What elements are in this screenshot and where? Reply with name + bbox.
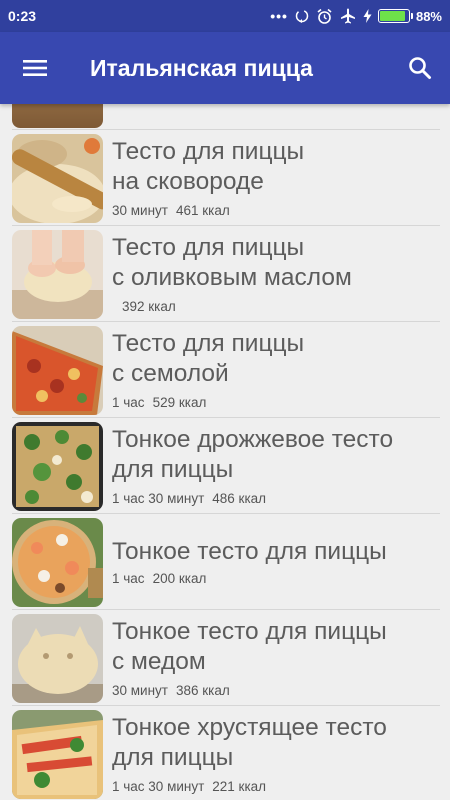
dots-icon: ••• bbox=[270, 8, 288, 24]
recipe-time: 1 час bbox=[112, 571, 145, 586]
list-item[interactable]: Тесто для пиццы с оливковым маслом 392 к… bbox=[12, 227, 440, 322]
recipe-kcal: 392 ккал bbox=[122, 299, 176, 314]
list-item[interactable]: Тонкое тесто для пиццы 1 час 200 ккал bbox=[12, 515, 440, 610]
recipe-meta: 30 минут 461 ккал bbox=[112, 203, 230, 218]
sync-icon bbox=[295, 9, 309, 23]
status-bar: 0:23 ••• 88% bbox=[0, 0, 450, 32]
recipe-meta: 1 час 529 ккал bbox=[112, 395, 206, 410]
recipe-thumbnail bbox=[12, 518, 103, 607]
recipe-thumbnail bbox=[12, 710, 103, 799]
recipe-thumbnail bbox=[12, 230, 103, 319]
hamburger-menu-icon bbox=[23, 60, 47, 76]
recipe-meta: 1 час 30 минут 221 ккал bbox=[112, 779, 266, 794]
status-icons: ••• 88% bbox=[270, 7, 442, 25]
battery-fill bbox=[379, 11, 405, 21]
recipe-title-line2: для пиццы bbox=[112, 744, 234, 771]
recipe-time: 30 минут bbox=[112, 683, 168, 698]
recipe-kcal: 221 ккал bbox=[212, 779, 267, 794]
recipe-meta: 1 час 30 минут 486 ккал bbox=[112, 491, 266, 506]
recipe-thumbnail bbox=[12, 104, 103, 128]
hamburger-menu-button[interactable] bbox=[0, 32, 70, 104]
recipe-title: Тесто для пиццы с семолой bbox=[112, 329, 437, 389]
recipe-title: Тонкое дрожжевое тесто для пиццы bbox=[112, 425, 437, 485]
recipe-kcal: 486 ккал bbox=[212, 491, 267, 506]
recipe-title-line1: Тесто для пиццы bbox=[112, 330, 305, 357]
recipe-title-line1: Тонкое тесто для пиццы bbox=[112, 538, 387, 565]
recipe-title: Тонкое тесто для пиццы bbox=[112, 537, 437, 567]
recipe-title-line2: для пиццы bbox=[112, 456, 234, 483]
recipe-title-line1: Тесто для пиццы bbox=[112, 138, 305, 165]
recipe-kcal: 386 ккал bbox=[175, 683, 230, 698]
recipe-time: 30 минут bbox=[112, 203, 168, 218]
list-item[interactable]: Тонкое дрожжевое тесто для пиццы 1 час 3… bbox=[12, 419, 440, 514]
recipe-title: Тесто для пиццы на сковороде bbox=[112, 137, 437, 197]
recipe-time: 1 час 30 минут bbox=[112, 779, 205, 794]
recipe-kcal: 200 ккал bbox=[152, 571, 207, 586]
recipe-kcal: 461 ккал bbox=[175, 203, 230, 218]
charging-icon bbox=[363, 9, 372, 23]
recipe-title: Тесто для пиццы с оливковым маслом bbox=[112, 233, 437, 293]
recipe-title-line2: с оливковым маслом bbox=[112, 264, 352, 291]
battery-icon bbox=[377, 9, 413, 23]
list-item[interactable]: Тонкое тесто для пиццы с медом 30 минут 3… bbox=[12, 611, 440, 706]
recipe-time: 1 час bbox=[112, 395, 145, 410]
recipe-thumbnail bbox=[12, 422, 103, 511]
recipe-meta: 392 ккал bbox=[112, 299, 176, 314]
battery-percent: 88% bbox=[415, 8, 442, 24]
recipe-list[interactable]: Тесто для пиццы на сковороде 30 минут 461… bbox=[0, 104, 450, 800]
search-icon bbox=[409, 57, 431, 79]
list-item[interactable]: Тесто для пиццы на сковороде 30 минут 461… bbox=[12, 131, 440, 226]
recipe-meta: 30 минут 386 ккал bbox=[112, 683, 230, 698]
recipe-title-line1: Тесто для пиццы bbox=[112, 234, 305, 261]
recipe-thumbnail bbox=[12, 134, 103, 223]
list-item[interactable]: Тесто для пиццы с семолой 1 час 529 ккал bbox=[12, 323, 440, 418]
list-item-partial[interactable] bbox=[12, 104, 440, 130]
page-title: Итальянская пицца bbox=[90, 54, 313, 81]
recipe-time: 1 час 30 минут bbox=[112, 491, 205, 506]
airplane-icon bbox=[340, 8, 355, 24]
recipe-title-line2: с семолой bbox=[112, 360, 229, 387]
recipe-kcal: 529 ккал bbox=[152, 395, 207, 410]
recipe-thumbnail bbox=[12, 326, 103, 415]
recipe-title-line2: на сковороде bbox=[112, 168, 264, 195]
recipe-title-line2: с медом bbox=[112, 648, 206, 675]
app-bar: Итальянская пицца bbox=[0, 32, 450, 104]
recipe-meta: 1 час 200 ккал bbox=[112, 571, 206, 586]
search-button[interactable] bbox=[390, 32, 450, 104]
list-item[interactable]: Тонкое хрустящее тесто для пиццы 1 час 3… bbox=[12, 707, 440, 800]
recipe-title-line1: Тонкое хрустящее тесто bbox=[112, 714, 387, 741]
recipe-title-line1: Тонкое тесто для пиццы bbox=[112, 618, 387, 645]
alarm-icon bbox=[317, 8, 332, 24]
status-time: 0:23 bbox=[8, 8, 37, 24]
recipe-title: Тонкое хрустящее тесто для пиццы bbox=[112, 713, 437, 773]
recipe-title-line1: Тонкое дрожжевое тесто bbox=[112, 426, 394, 453]
recipe-thumbnail bbox=[12, 614, 103, 703]
recipe-title: Тонкое тесто для пиццы с медом bbox=[112, 617, 437, 677]
